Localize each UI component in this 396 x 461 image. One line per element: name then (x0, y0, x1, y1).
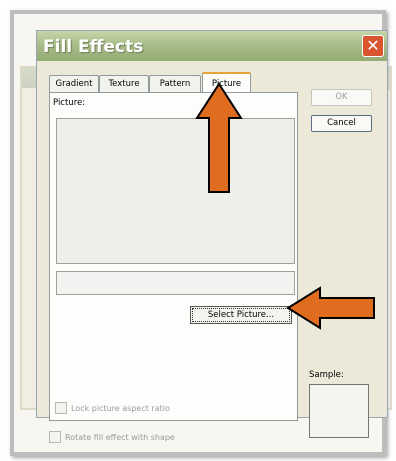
close-button[interactable]: ✕ (362, 35, 384, 57)
lock-aspect-label: Lock picture aspect ratio (71, 403, 170, 413)
tab-gradient-label: Gradient (55, 79, 93, 89)
picture-preview (56, 118, 295, 264)
rotate-checkbox[interactable] (49, 431, 61, 443)
rotate-checkbox-row[interactable]: Rotate fill effect with shape (49, 431, 175, 443)
picture-label: Picture: (53, 98, 86, 108)
picture-filename-field (56, 271, 295, 295)
select-picture-button[interactable]: Select Picture... (190, 306, 292, 324)
tab-texture-label: Texture (108, 79, 140, 89)
lock-aspect-checkbox-row[interactable]: Lock picture aspect ratio (55, 402, 170, 414)
lock-aspect-checkbox[interactable] (55, 402, 67, 414)
up-arrow-shape (195, 82, 243, 193)
tab-gradient[interactable]: Gradient (49, 75, 99, 92)
tab-texture[interactable]: Texture (99, 75, 149, 92)
left-arrow-annotation (286, 286, 375, 330)
tab-pattern[interactable]: Pattern (149, 75, 201, 92)
sample-label: Sample: (309, 370, 344, 380)
dialog-title: Fill Effects (43, 37, 144, 57)
cancel-button[interactable]: Cancel (311, 115, 372, 132)
close-icon: ✕ (366, 36, 380, 55)
tab-pattern-label: Pattern (159, 79, 191, 89)
title-bar[interactable]: Fill Effects ✕ (37, 31, 387, 61)
picture-tab-panel: Picture: Select Picture... Lock picture … (49, 92, 298, 421)
sample-preview (309, 384, 369, 438)
ok-button[interactable]: OK (311, 89, 372, 106)
rotate-label: Rotate fill effect with shape (65, 432, 175, 442)
up-arrow-annotation (195, 82, 243, 193)
left-arrow-shape (286, 286, 375, 330)
